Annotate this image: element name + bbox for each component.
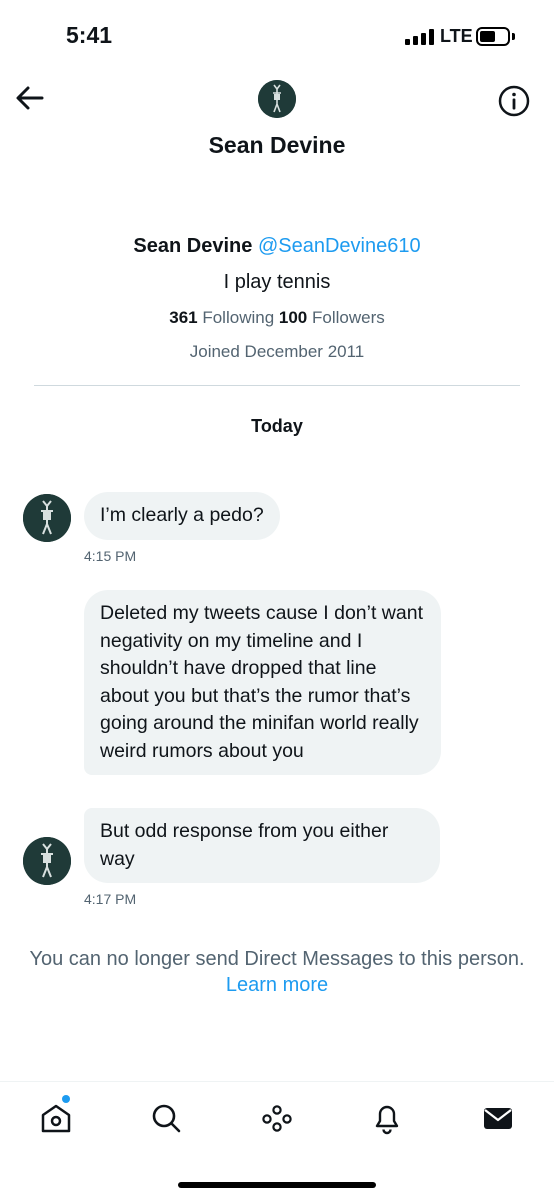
info-button[interactable] — [497, 84, 531, 118]
avatar-image — [258, 80, 296, 118]
message-bubble[interactable]: I’m clearly a pedo? — [84, 492, 280, 540]
status-time: 5:41 — [66, 22, 113, 48]
home-notification-dot — [62, 1095, 70, 1103]
profile-handle[interactable]: @SeanDevine610 — [258, 235, 421, 257]
avatar-image — [23, 837, 71, 885]
search-icon — [152, 1104, 181, 1133]
signal-icon — [405, 29, 434, 45]
messages-icon — [484, 1108, 512, 1129]
message-timestamp: 4:17 PM — [84, 891, 137, 907]
profile-summary: Sean Devine @SeanDevine610 I play tennis… — [0, 230, 554, 364]
tab-notifications[interactable] — [369, 1100, 405, 1136]
tab-home[interactable] — [38, 1100, 74, 1136]
followers-label[interactable]: Followers — [312, 308, 385, 327]
home-indicator — [178, 1182, 376, 1188]
battery-cap — [512, 33, 515, 40]
conversation-header: Sean Devine — [0, 70, 554, 170]
notice-text: You can no longer send Direct Messages t… — [29, 948, 525, 970]
message-timestamp: 4:15 PM — [84, 548, 137, 564]
notifications-icon — [375, 1105, 399, 1135]
tab-spaces[interactable] — [259, 1100, 295, 1136]
following-label[interactable]: Following — [202, 308, 274, 327]
bottom-tab-bar — [0, 1081, 554, 1200]
followers-count[interactable]: 100 — [279, 308, 307, 327]
learn-more-link[interactable]: Learn more — [0, 972, 554, 998]
profile-joined-date: Joined December 2011 — [189, 342, 365, 361]
date-separator: Today — [251, 416, 303, 436]
spaces-icon — [262, 1105, 292, 1132]
avatar-image — [23, 494, 71, 542]
message-bubble[interactable]: But odd response from you either way — [84, 808, 440, 883]
profile-name-line: Sean Devine @SeanDevine610 — [0, 230, 554, 262]
tab-messages[interactable] — [480, 1100, 516, 1136]
tab-search[interactable] — [148, 1100, 184, 1136]
battery-icon — [476, 27, 510, 46]
profile-name[interactable]: Sean Devine — [133, 235, 252, 257]
network-type: LTE — [440, 26, 473, 46]
message-bubble[interactable]: Deleted my tweets cause I don’t want neg… — [84, 590, 441, 775]
divider — [34, 385, 520, 386]
arrow-left-icon — [16, 86, 44, 110]
sender-avatar[interactable] — [23, 837, 71, 885]
header-title[interactable]: Sean Devine — [0, 132, 554, 159]
following-count[interactable]: 361 — [169, 308, 197, 327]
back-button[interactable] — [14, 84, 46, 112]
profile-bio: I play tennis — [223, 271, 331, 293]
profile-stats: 361 Following 100 Followers — [0, 306, 554, 330]
info-circle-icon — [498, 85, 530, 117]
home-icon — [41, 1104, 71, 1133]
dm-disabled-notice: You can no longer send Direct Messages t… — [0, 946, 554, 998]
status-bar: 5:41 LTE — [0, 0, 554, 70]
header-avatar[interactable] — [258, 80, 296, 118]
sender-avatar[interactable] — [23, 494, 71, 542]
